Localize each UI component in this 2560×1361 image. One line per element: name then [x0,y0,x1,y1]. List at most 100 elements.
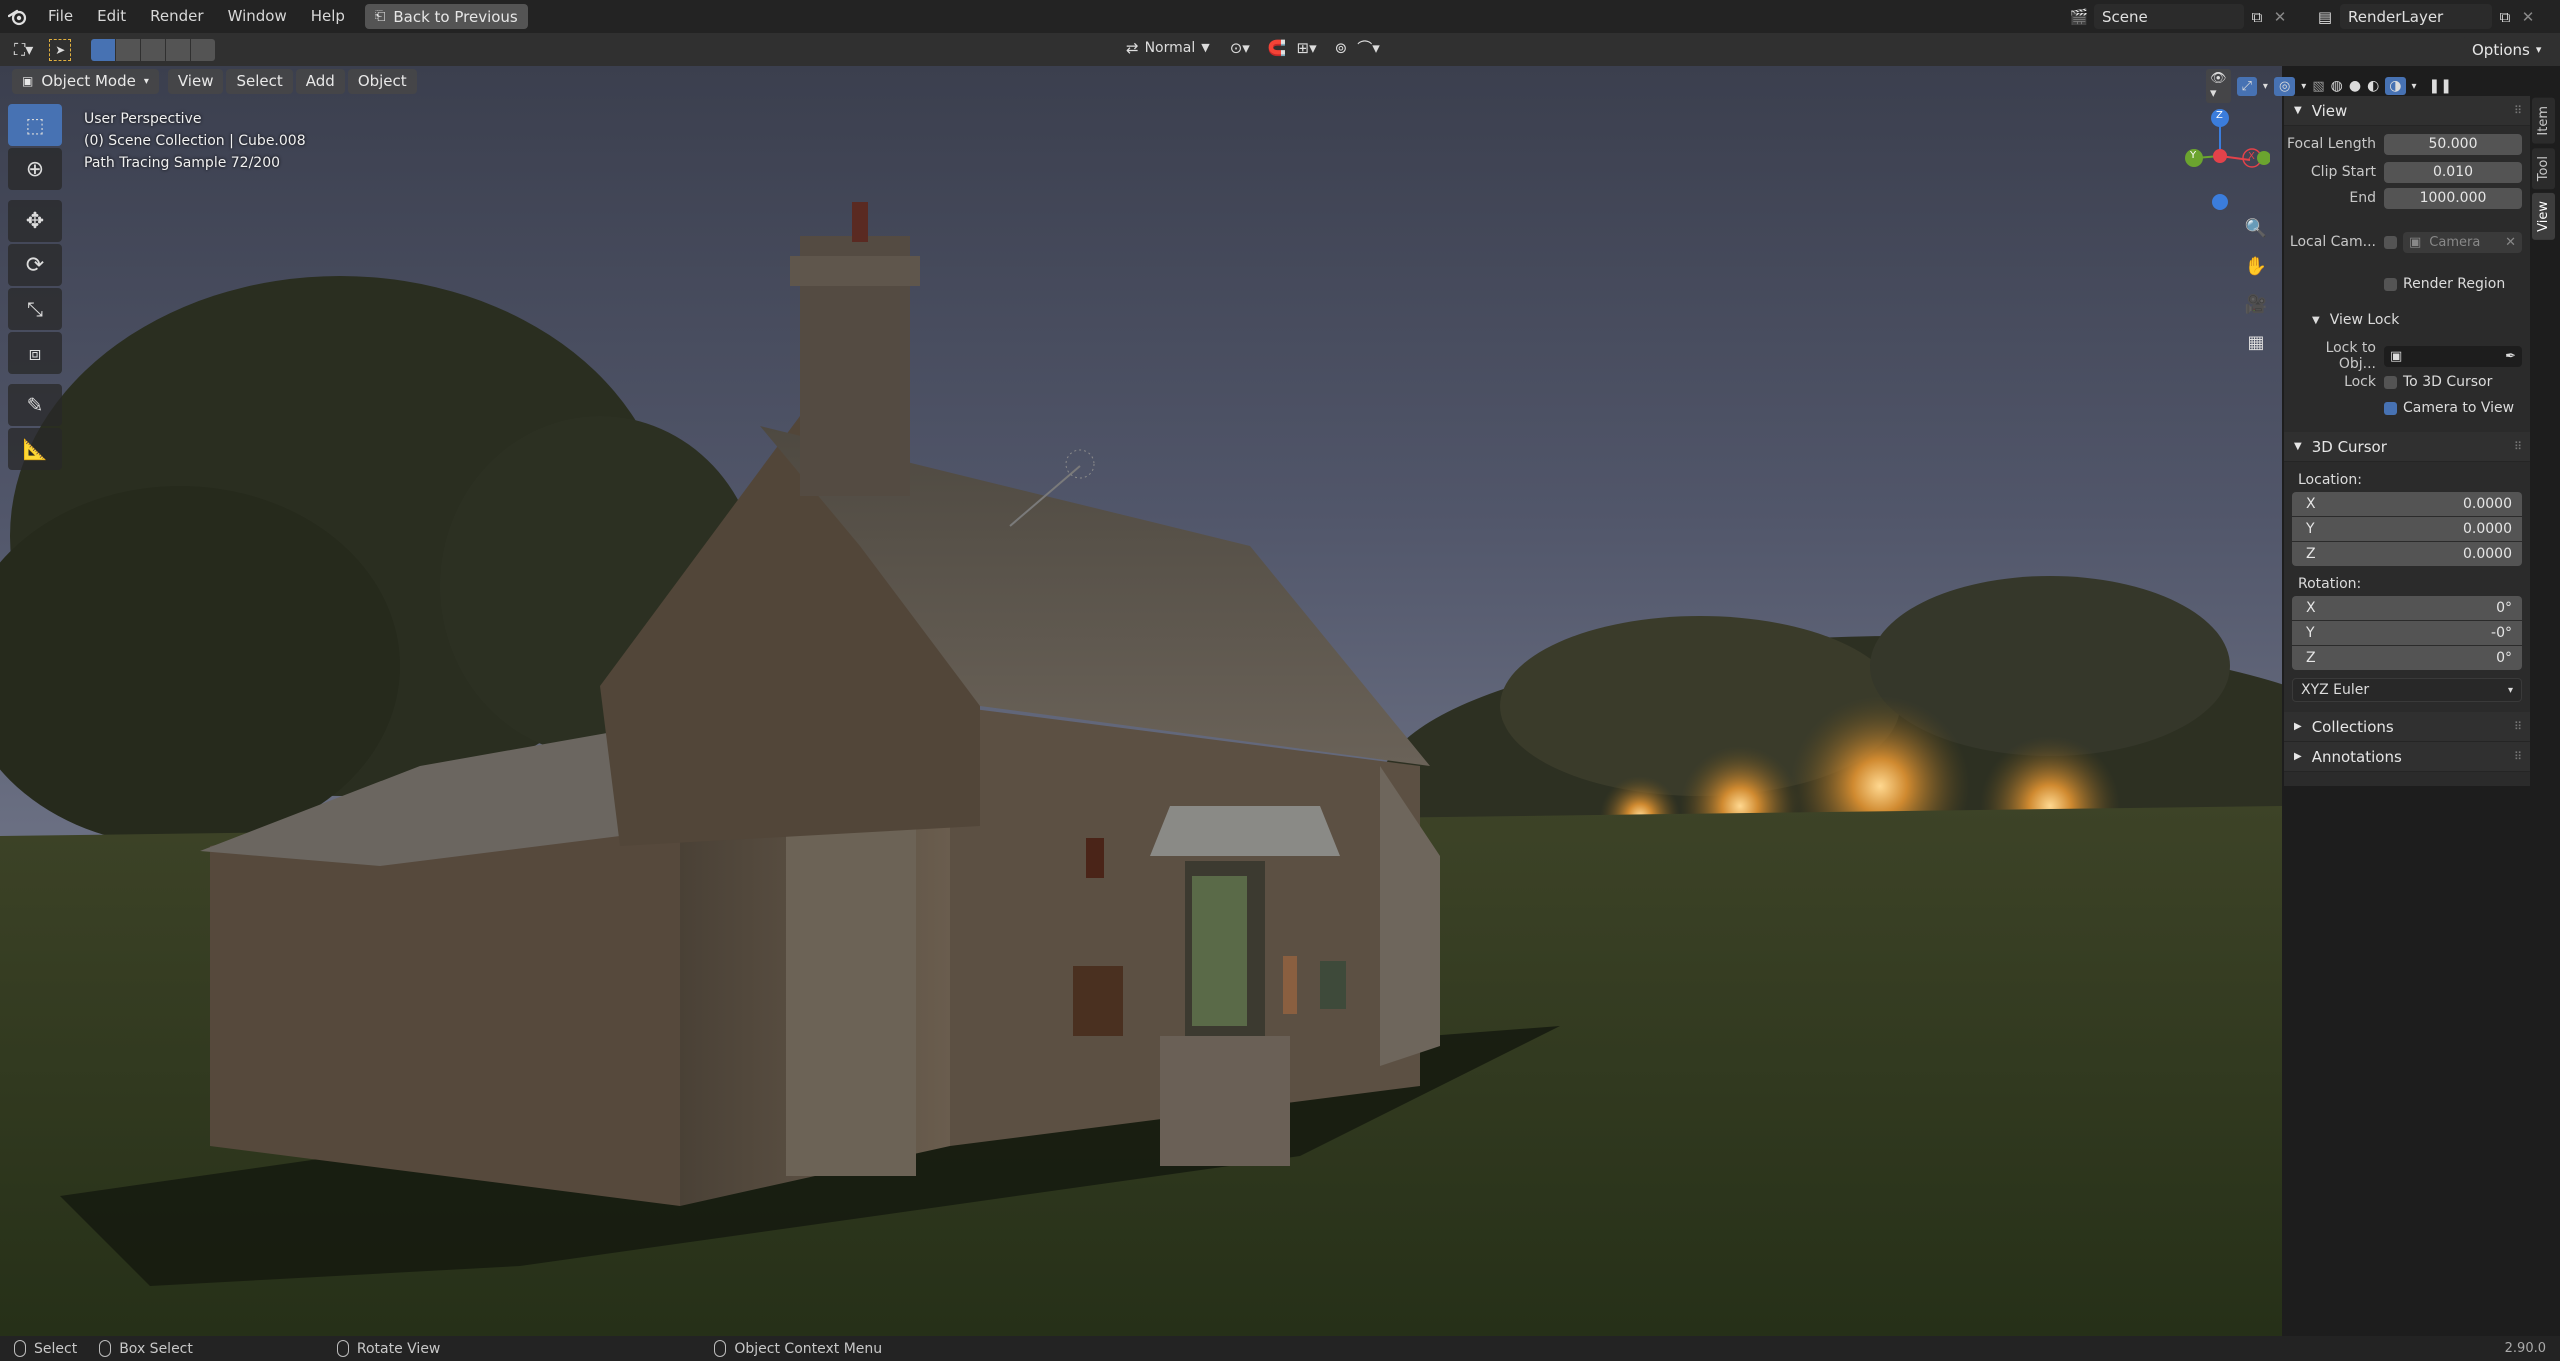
drag-handle-icon[interactable]: ⠿ [2514,440,2522,453]
options-dropdown[interactable]: Options ▾ [2462,37,2552,62]
proportional-edit-icon[interactable]: ⊚ [1335,39,1348,57]
cursor-tool[interactable]: ⊕ [8,148,62,190]
eyedropper-icon[interactable]: ✒ [2505,349,2516,364]
visibility-eye-icon[interactable]: 👁▾ [2206,69,2231,103]
snap-target-icon[interactable]: ⊞▾ [1297,39,1317,57]
camera-view-button[interactable]: 🎥 [2239,287,2273,321]
wireframe-shading-icon[interactable]: ◍ [2331,78,2343,94]
annotations-panel-header[interactable]: ▶ Annotations ⠿ [2284,742,2530,772]
drag-handle-icon[interactable]: ⠿ [2514,750,2522,763]
lock-to-object-field[interactable]: ▣ ✒ [2384,345,2522,367]
viewport-menu-object[interactable]: Object [347,68,417,94]
select-tool-icon[interactable]: ➤ [49,38,72,61]
move-tool[interactable]: ✥ [8,200,62,242]
3d-viewport[interactable] [0,66,2282,1336]
cursor-rotation-x-field[interactable]: X 0° [2292,596,2522,620]
select-intersect-icon[interactable] [191,38,216,61]
menu-render[interactable]: Render [138,0,215,33]
delete-scene-icon[interactable]: ✕ [2270,8,2290,26]
menu-help[interactable]: Help [299,0,357,33]
focal-length-label: Focal Length [2286,136,2376,152]
delete-layer-icon[interactable]: ✕ [2518,8,2538,26]
zoom-icon: 🔍 [2244,217,2268,239]
xray-icon[interactable]: ▧ [2312,79,2324,94]
cursor-rotation-z-field[interactable]: Z 0° [2292,646,2522,670]
measure-tool[interactable]: 📐 [8,428,62,470]
new-layer-icon[interactable]: ⧉ [2492,8,2518,26]
cursor-location-x-field[interactable]: X 0.0000 [2292,492,2522,516]
solid-shading-icon[interactable]: ● [2349,78,2361,94]
3d-cursor-panel-header[interactable]: ▼ 3D Cursor ⠿ [2284,432,2530,462]
tab-view[interactable]: View [2532,192,2555,240]
clip-end-field[interactable]: 1000.000 [2384,187,2522,209]
rendered-scene[interactable] [0,66,2282,1336]
scale-icon: ⤡ [27,297,43,321]
chevron-down-icon[interactable]: ▾ [2301,81,2306,92]
camera-to-view-checkbox[interactable] [2384,401,2397,415]
blender-logo-icon[interactable] [0,0,36,33]
editor-type-icon[interactable]: ⛶▾ [14,40,33,60]
select-subtract-icon[interactable] [141,38,166,61]
object-icon: ▣ [2390,348,2403,364]
menu-window[interactable]: Window [216,0,299,33]
perspective-toggle-button[interactable]: ▦ [2239,325,2273,359]
chevron-down-icon[interactable]: ▾ [2263,81,2268,92]
local-camera-checkbox[interactable] [2384,235,2397,249]
to-3d-cursor-checkbox[interactable] [2384,375,2397,389]
rendered-shading-icon[interactable]: ◑ [2385,77,2406,95]
render-region-checkbox[interactable] [2384,277,2397,291]
material-shading-icon[interactable]: ◐ [2367,78,2379,94]
cursor-rotation-y-field[interactable]: Y -0° [2292,621,2522,645]
falloff-icon[interactable]: ⌒▾ [1357,37,1380,58]
tab-item[interactable]: Item [2532,98,2555,144]
render-layer-field[interactable]: RenderLayer [2340,4,2492,29]
transform-tool[interactable]: ⧈ [8,332,62,374]
scale-tool[interactable]: ⤡ [8,288,62,330]
chevron-down-icon[interactable]: ▾ [2412,81,2417,92]
pause-render-icon[interactable]: ❚❚ [2429,78,2452,94]
cursor-location-z-field[interactable]: Z 0.0000 [2292,542,2522,566]
cursor-location-y-field[interactable]: Y 0.0000 [2292,517,2522,541]
orientation-dropdown[interactable]: Normal [1145,40,1196,56]
menu-edit[interactable]: Edit [85,0,138,33]
overlays-icon[interactable]: ◎ [2273,76,2296,96]
view-panel-header[interactable]: ▼ View ⠿ [2284,96,2530,126]
mouse-middle-icon [336,1340,349,1357]
pan-view-button[interactable]: ✋ [2239,249,2273,283]
viewport-menu-add[interactable]: Add [295,68,345,94]
select-extend-icon[interactable] [116,38,141,61]
viewport-menu-view[interactable]: View [167,68,224,94]
gizmo-neg-z-axis[interactable] [2212,194,2228,210]
menu-file[interactable]: File [36,0,85,33]
gizmo-toggle-icon[interactable]: ⤢ [2236,76,2257,96]
object-mode-dropdown[interactable]: ▣ Object Mode ▾ [12,68,159,94]
render-sample-text: Path Tracing Sample 72/200 [84,155,281,171]
zoom-view-button[interactable]: 🔍 [2239,211,2273,245]
viewport-menu-select[interactable]: Select [226,68,293,94]
navigation-gizmo[interactable]: Z Y X [2170,106,2271,220]
snap-icon[interactable]: 🧲 [1268,39,1287,57]
drag-handle-icon[interactable]: ⠿ [2514,104,2522,117]
tab-tool[interactable]: Tool [2532,147,2555,189]
select-invert-icon[interactable] [166,38,191,61]
lock-to-object-label: Lock to Obj... [2325,340,2376,372]
rotation-mode-dropdown[interactable]: XYZ Euler ▾ [2292,678,2522,702]
scene-name-field[interactable]: Scene [2094,4,2244,29]
new-scene-icon[interactable]: ⧉ [2244,8,2270,26]
clear-icon[interactable]: ✕ [2505,235,2516,250]
annotate-tool[interactable]: ✎ [8,384,62,426]
clip-start-field[interactable]: 0.010 [2384,161,2522,183]
local-camera-field[interactable]: ▣ Camera ✕ [2403,231,2522,253]
drag-handle-icon[interactable]: ⠿ [2514,720,2522,733]
collections-panel-header[interactable]: ▶ Collections ⠿ [2284,712,2530,742]
pivot-point-icon[interactable]: ⊙▾ [1230,39,1250,57]
back-to-previous-button[interactable]: ⎗ Back to Previous [364,4,528,29]
focal-length-field[interactable]: 50.000 [2384,133,2522,155]
select-box-tool[interactable]: ⬚ [8,104,62,146]
rotate-tool[interactable]: ⟳ [8,244,62,286]
render-layer-icon[interactable]: ▤ [2310,8,2340,26]
view-lock-subpanel-header[interactable]: View Lock [2330,312,2400,328]
select-new-icon[interactable] [91,38,116,61]
gizmo-x-axis[interactable] [2213,149,2227,163]
scene-icon[interactable]: 🎬 [2064,8,2094,26]
